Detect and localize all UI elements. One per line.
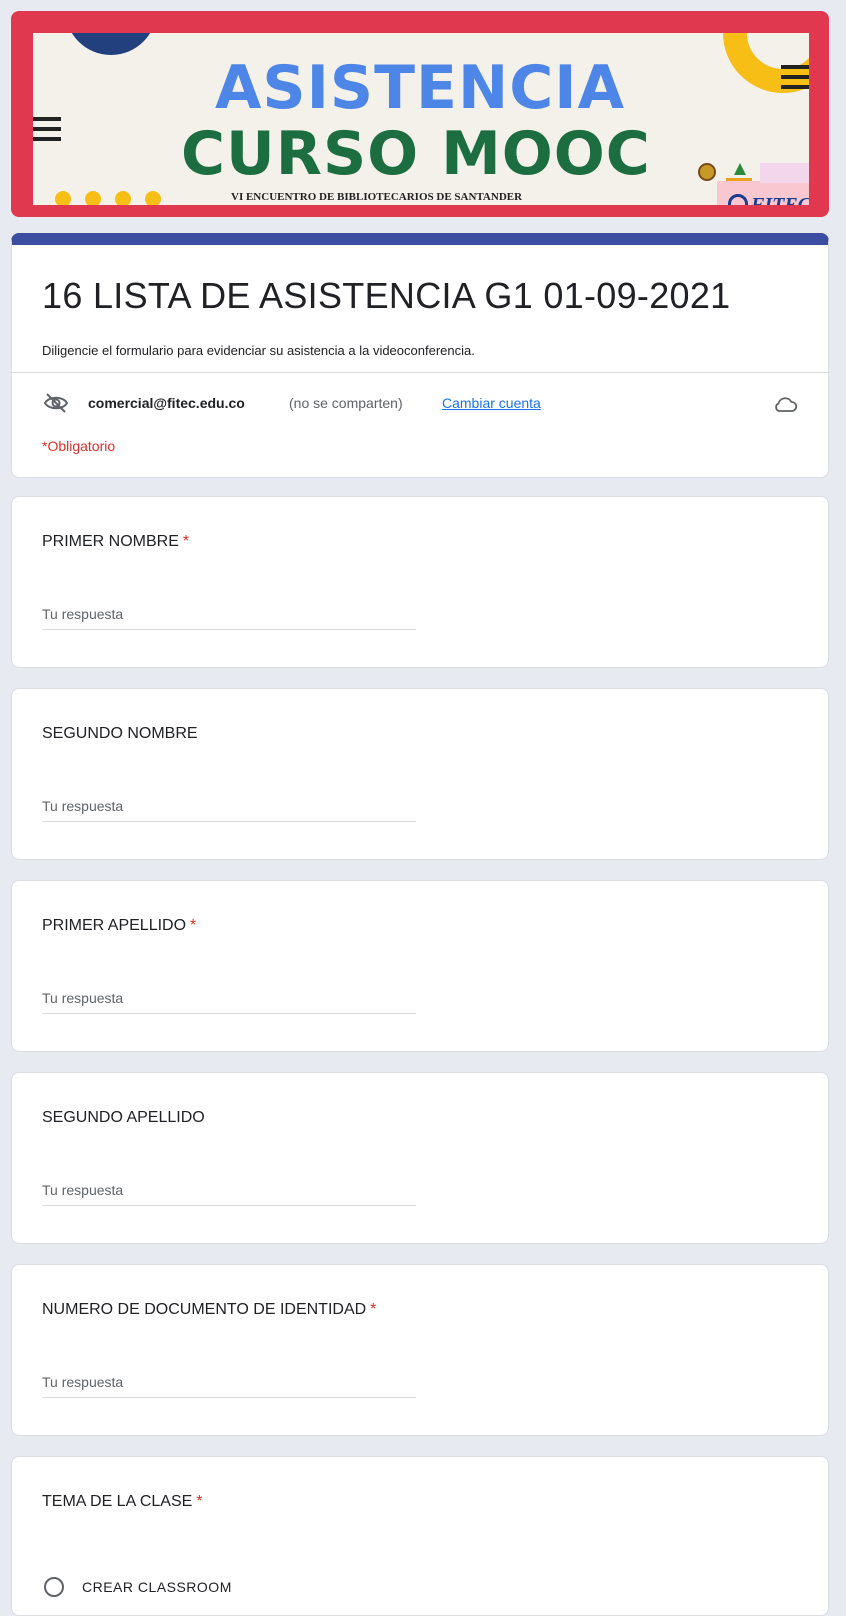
required-asterisk: * xyxy=(190,917,197,934)
question-card-tema-clase: TEMA DE LA CLASE * CREAR CLASSROOM xyxy=(11,1456,829,1616)
question-label-text: TEMA DE LA CLASE xyxy=(42,1493,193,1510)
header-divider xyxy=(12,372,828,373)
banner-title-line2: CURSO MOOC xyxy=(181,119,651,189)
question-label: NUMERO DE DOCUMENTO DE IDENTIDAD * xyxy=(42,1301,376,1319)
primer-apellido-input[interactable] xyxy=(42,983,416,1014)
form-container: FITEC ASISTENCIA CURSO MOOC VI ENCUENTRO… xyxy=(11,11,829,1616)
required-asterisk: * xyxy=(370,1301,377,1318)
account-privacy-note: (no se comparten) xyxy=(289,395,403,411)
banner-subtitle: VI ENCUENTRO DE BIBLIOTECARIOS DE SANTAN… xyxy=(231,191,523,203)
question-label-text: SEGUNDO NOMBRE xyxy=(42,725,198,742)
banner-logos: FITEC xyxy=(698,161,809,205)
fitec-logo: FITEC xyxy=(728,193,809,205)
cloud-icon xyxy=(775,397,798,412)
fitec-logo-text: FITEC xyxy=(751,194,809,205)
question-card-primer-nombre: PRIMER NOMBRE * xyxy=(11,496,829,668)
primer-nombre-input[interactable] xyxy=(42,599,416,630)
required-note: *Obligatorio xyxy=(42,438,116,454)
radio-option-label: CREAR CLASSROOM xyxy=(82,1579,232,1595)
pink-logo-icon xyxy=(760,163,809,183)
question-label-text: PRIMER APELLIDO xyxy=(42,917,187,934)
banner-title-line1: ASISTENCIA xyxy=(214,53,626,123)
switch-account-link[interactable]: Cambiar cuenta xyxy=(442,395,541,411)
tree-logo-icon xyxy=(726,163,752,181)
question-label-text: SEGUNDO APELLIDO xyxy=(42,1109,205,1126)
form-header-card: 16 LISTA DE ASISTENCIA G1 01-09-2021 Dil… xyxy=(11,233,829,478)
required-asterisk: * xyxy=(196,1493,203,1510)
segundo-nombre-input[interactable] xyxy=(42,791,416,822)
fitec-ring-icon xyxy=(728,194,748,205)
form-title: 16 LISTA DE ASISTENCIA G1 01-09-2021 xyxy=(42,275,731,316)
question-card-segundo-apellido: SEGUNDO APELLIDO xyxy=(11,1072,829,1244)
question-label: PRIMER NOMBRE * xyxy=(42,533,189,551)
question-label: SEGUNDO APELLIDO xyxy=(42,1109,205,1127)
question-label: PRIMER APELLIDO * xyxy=(42,917,196,935)
form-description: Diligencie el formulario para evidenciar… xyxy=(42,343,475,358)
required-asterisk: * xyxy=(182,533,190,550)
question-card-segundo-nombre: SEGUNDO NOMBRE xyxy=(11,688,829,860)
header-banner-image: FITEC ASISTENCIA CURSO MOOC VI ENCUENTRO… xyxy=(11,11,829,217)
radio-button[interactable] xyxy=(44,1577,64,1597)
banner-blue-circle xyxy=(65,33,157,55)
banner-yellow-dots xyxy=(55,191,175,205)
question-label-text: PRIMER NOMBRE xyxy=(42,533,179,550)
segundo-apellido-input[interactable] xyxy=(42,1175,416,1206)
question-label-text: NUMERO DE DOCUMENTO DE IDENTIDAD xyxy=(42,1301,367,1318)
eye-slash-icon xyxy=(43,393,69,413)
account-email: comercial@fitec.edu.co xyxy=(88,395,245,411)
question-card-documento: NUMERO DE DOCUMENTO DE IDENTIDAD * xyxy=(11,1264,829,1436)
question-label: TEMA DE LA CLASE * xyxy=(42,1493,203,1511)
question-label: SEGUNDO NOMBRE xyxy=(42,725,198,743)
question-card-primer-apellido: PRIMER APELLIDO * xyxy=(11,880,829,1052)
seal-logo-icon xyxy=(698,163,716,181)
documento-identidad-input[interactable] xyxy=(42,1367,416,1398)
